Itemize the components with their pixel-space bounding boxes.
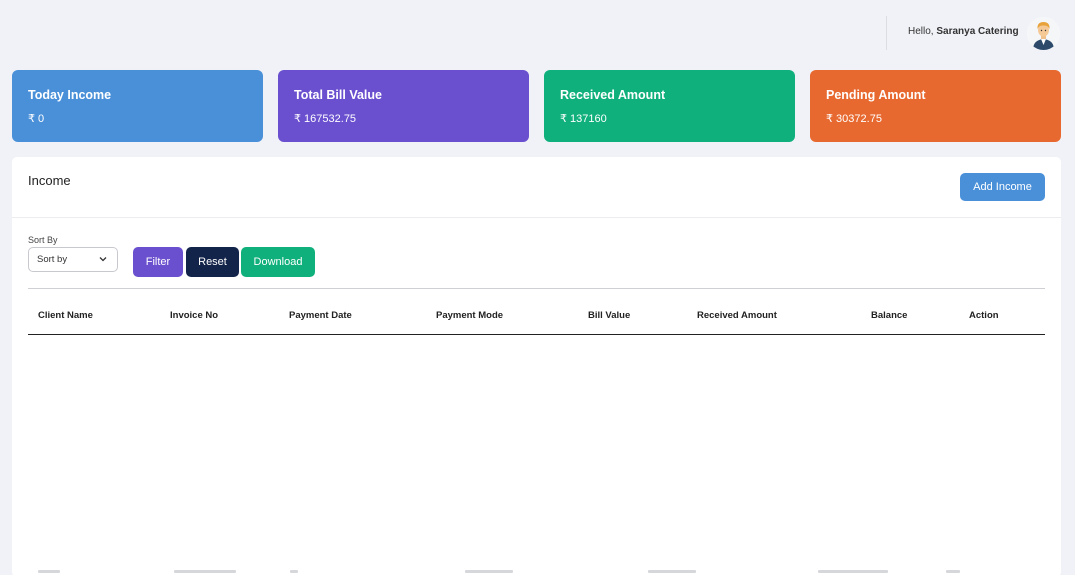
add-income-button[interactable]: Add Income [960, 173, 1045, 201]
card-total-bill-value: Total Bill Value ₹ 167532.75 [278, 70, 529, 142]
row-placeholder [174, 570, 236, 573]
card-today-income: Today Income ₹ 0 [12, 70, 263, 142]
table-header: Client Name Invoice No Payment Date Paym… [28, 302, 1045, 332]
table-row [28, 569, 1045, 575]
column-header[interactable]: Bill Value [588, 310, 630, 321]
user-avatar-icon[interactable] [1027, 17, 1060, 50]
row-placeholder [818, 570, 888, 573]
panel-divider [12, 217, 1061, 218]
card-value: ₹ 167532.75 [294, 113, 357, 125]
column-header[interactable]: Balance [871, 310, 907, 321]
card-received-amount: Received Amount ₹ 137160 [544, 70, 795, 142]
column-header[interactable]: Client Name [38, 310, 93, 321]
page-title: Income [28, 173, 71, 188]
user-greeting: Hello, Saranya Catering [908, 26, 1019, 37]
income-panel: Income Add Income Sort By Sort by Filter… [12, 157, 1061, 575]
filter-button[interactable]: Filter [133, 247, 183, 277]
card-title: Received Amount [560, 88, 666, 102]
column-header[interactable]: Received Amount [697, 310, 777, 321]
download-button[interactable]: Download [241, 247, 315, 277]
header-divider [886, 16, 887, 50]
card-title: Today Income [28, 88, 112, 102]
chevron-down-icon [98, 254, 108, 267]
row-placeholder [648, 570, 696, 573]
row-placeholder [38, 570, 60, 573]
reset-button[interactable]: Reset [186, 247, 239, 277]
column-header[interactable]: Action [969, 310, 999, 321]
card-value: ₹ 30372.75 [826, 113, 882, 125]
table-top-border [28, 288, 1045, 289]
sort-by-select[interactable]: Sort by [28, 247, 118, 272]
column-header[interactable]: Invoice No [170, 310, 218, 321]
column-header[interactable]: Payment Date [289, 310, 352, 321]
card-value: ₹ 137160 [560, 113, 607, 125]
sort-by-label: Sort By [28, 235, 58, 245]
user-name: Saranya Catering [936, 26, 1019, 37]
column-header[interactable]: Payment Mode [436, 310, 503, 321]
greeting-prefix: Hello, [908, 26, 934, 37]
card-pending-amount: Pending Amount ₹ 30372.75 [810, 70, 1061, 142]
top-bar: Hello, Saranya Catering [0, 0, 1075, 62]
row-placeholder [465, 570, 513, 573]
row-placeholder [290, 570, 298, 573]
card-title: Total Bill Value [294, 88, 382, 102]
row-placeholder [946, 570, 960, 573]
card-value: ₹ 0 [28, 113, 45, 125]
sort-by-value: Sort by [37, 254, 68, 265]
card-title: Pending Amount [826, 88, 926, 102]
table-header-border [28, 334, 1045, 335]
summary-cards: Today Income ₹ 0 Total Bill Value ₹ 1675… [12, 70, 1061, 142]
